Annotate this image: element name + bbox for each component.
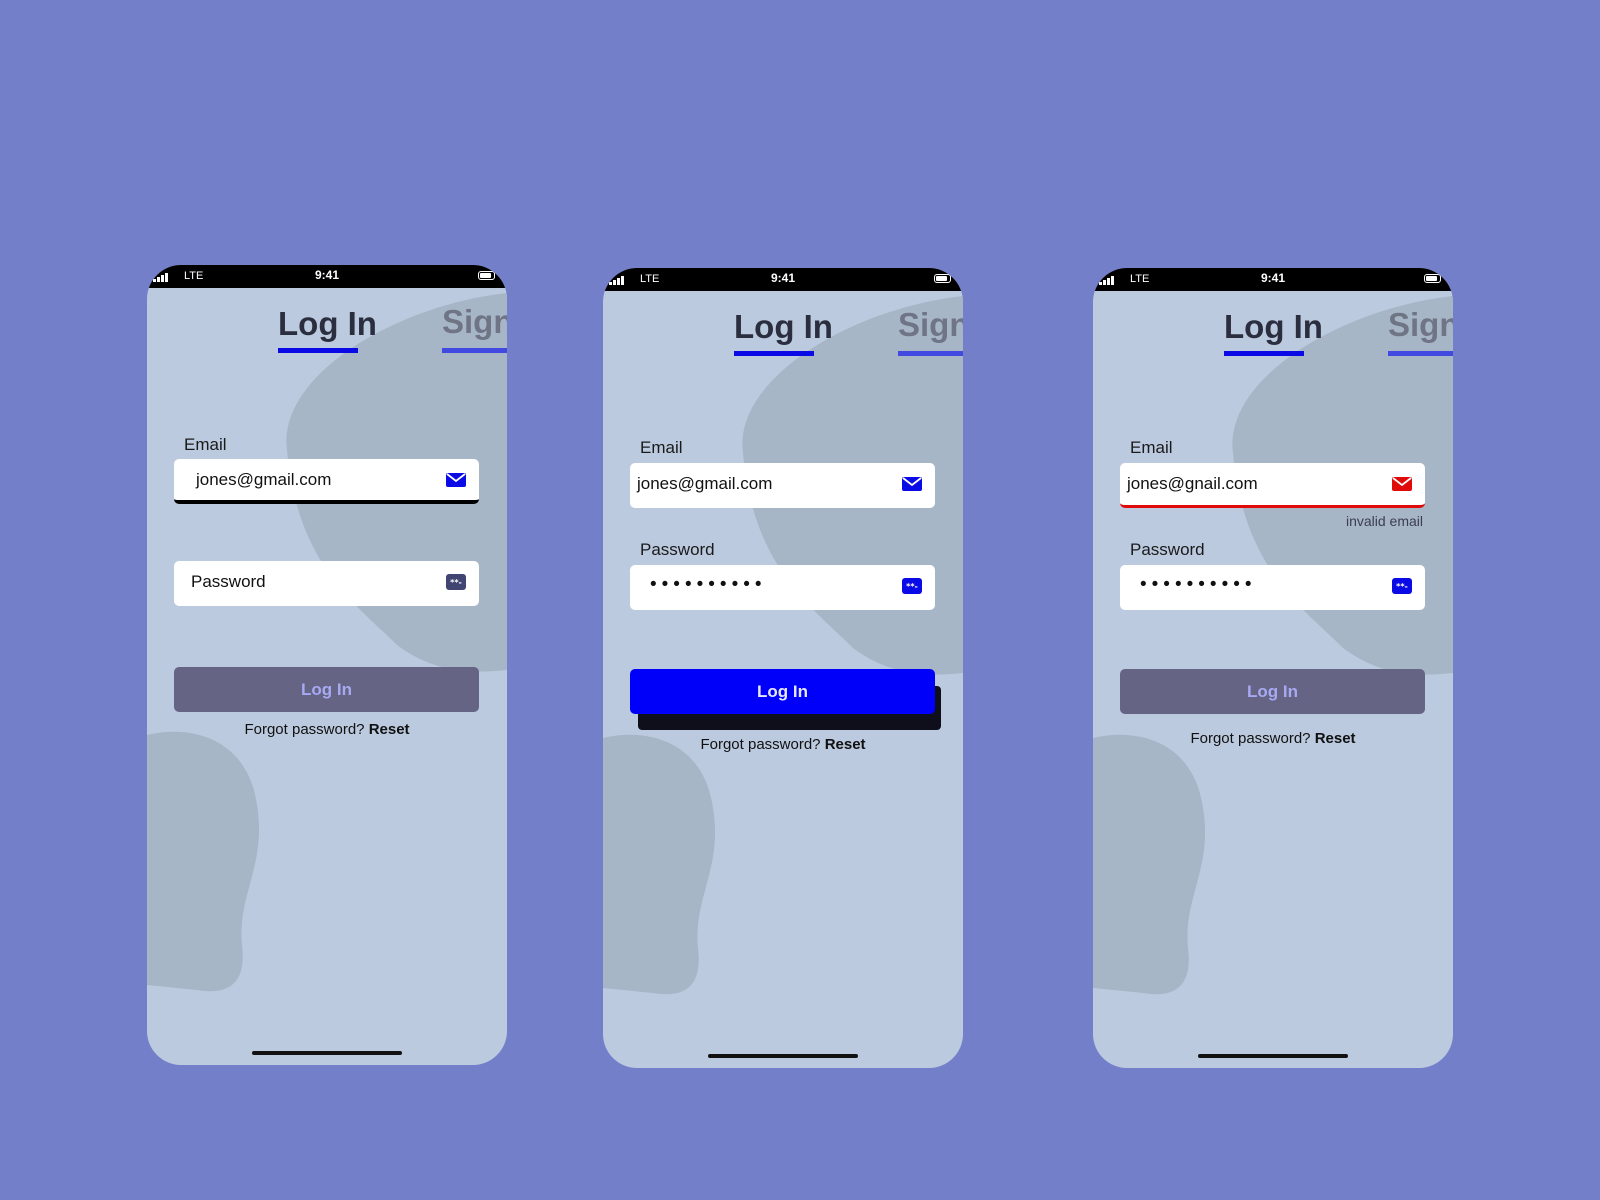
email-value: jones@gmail.com: [637, 474, 772, 494]
tab-signup[interactable]: Sign: [898, 306, 963, 344]
email-field[interactable]: jones@gmail.com: [174, 459, 479, 504]
tab-login-indicator: [1224, 351, 1304, 356]
tab-login-indicator: [278, 348, 358, 353]
login-button[interactable]: Log In: [174, 667, 479, 712]
email-value: jones@gnail.com: [1127, 474, 1258, 494]
email-label: Email: [184, 435, 227, 455]
mail-icon: [445, 471, 467, 489]
email-field[interactable]: jones@gmail.com: [630, 463, 935, 508]
tab-signup[interactable]: Sign: [442, 303, 507, 341]
phone-screen-login-filled: LTE 9:41 Log In Sign Email jones@gmail.c…: [603, 268, 963, 1068]
home-indicator[interactable]: [708, 1054, 858, 1058]
login-button[interactable]: Log In: [1120, 669, 1425, 714]
tab-login[interactable]: Log In: [734, 308, 833, 346]
status-bar: LTE 9:41: [147, 265, 507, 288]
password-label: Password: [1130, 540, 1205, 560]
background-blobs: [603, 268, 963, 1068]
forgot-password-text: Forgot password?: [700, 736, 820, 753]
phone-screen-login-default: LTE 9:41 Log In Sign Email jones@gmail.c…: [147, 265, 507, 1065]
status-bar: LTE 9:41: [1093, 268, 1453, 291]
forgot-password-text: Forgot password?: [1190, 730, 1310, 747]
home-indicator[interactable]: [252, 1051, 402, 1055]
forgot-password-text: Forgot password?: [244, 721, 364, 738]
password-icon: **-: [901, 577, 923, 595]
background-blobs: [147, 265, 507, 1065]
email-error-message: invalid email: [1346, 513, 1423, 529]
tab-login[interactable]: Log In: [1224, 308, 1323, 346]
tab-signup-indicator: [898, 351, 963, 356]
tab-signup-indicator: [1388, 351, 1453, 356]
password-value: ••••••••••: [1140, 574, 1257, 596]
home-indicator[interactable]: [1198, 1054, 1348, 1058]
password-field[interactable]: •••••••••• **-: [1120, 565, 1425, 610]
svg-text:**-: **-: [906, 582, 918, 591]
status-time: 9:41: [1093, 271, 1453, 285]
forgot-password-row: Forgot password? Reset: [603, 736, 963, 753]
login-button[interactable]: Log In: [630, 669, 935, 714]
tab-signup-indicator: [442, 348, 507, 353]
password-placeholder: Password: [191, 572, 266, 592]
battery-icon: [478, 271, 495, 280]
status-time: 9:41: [603, 271, 963, 285]
background-blobs: [1093, 268, 1453, 1068]
email-value: jones@gmail.com: [196, 470, 331, 490]
status-bar: LTE 9:41: [603, 268, 963, 291]
tab-signup[interactable]: Sign: [1388, 306, 1453, 344]
password-label: Password: [640, 540, 715, 560]
battery-icon: [1424, 274, 1441, 283]
password-value: ••••••••••: [650, 574, 767, 596]
svg-text:**-: **-: [1396, 582, 1408, 591]
reset-link[interactable]: Reset: [1315, 730, 1356, 747]
forgot-password-row: Forgot password? Reset: [147, 721, 507, 738]
password-field[interactable]: •••••••••• **-: [630, 565, 935, 610]
password-icon: **-: [445, 573, 467, 591]
status-time: 9:41: [147, 268, 507, 282]
tab-login-indicator: [734, 351, 814, 356]
mail-icon: [901, 475, 923, 493]
password-field[interactable]: Password **-: [174, 561, 479, 606]
forgot-password-row: Forgot password? Reset: [1093, 730, 1453, 747]
tab-login[interactable]: Log In: [278, 305, 377, 343]
phone-screen-login-error: LTE 9:41 Log In Sign Email jones@gnail.c…: [1093, 268, 1453, 1068]
email-field[interactable]: jones@gnail.com: [1120, 463, 1425, 508]
battery-icon: [934, 274, 951, 283]
reset-link[interactable]: Reset: [825, 736, 866, 753]
password-icon: **-: [1391, 577, 1413, 595]
email-label: Email: [640, 438, 683, 458]
email-label: Email: [1130, 438, 1173, 458]
reset-link[interactable]: Reset: [369, 721, 410, 738]
svg-text:**-: **-: [450, 578, 462, 587]
mail-icon: [1391, 475, 1413, 493]
